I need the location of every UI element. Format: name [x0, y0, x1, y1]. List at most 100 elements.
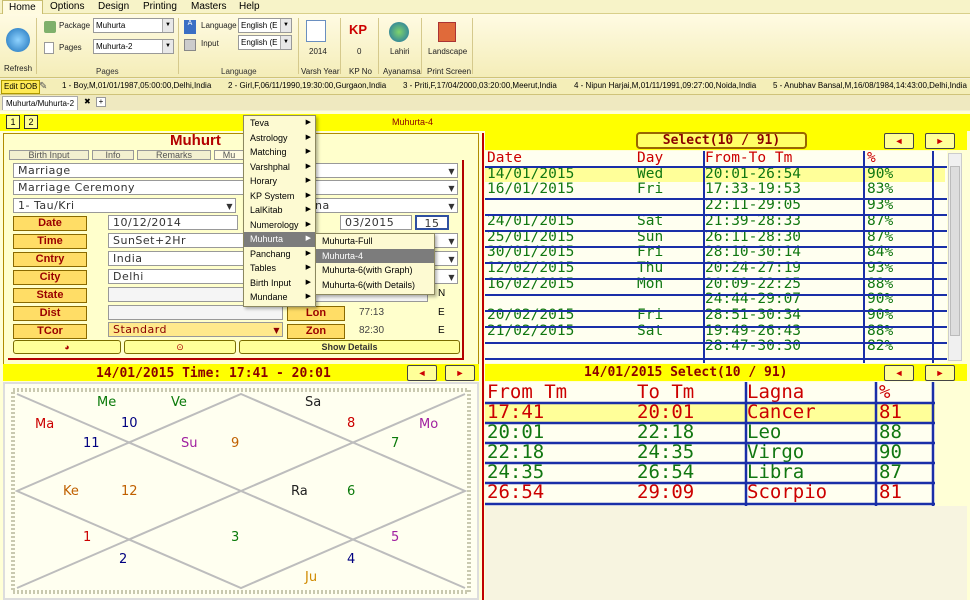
col-header-percent[interactable]: % [865, 151, 945, 167]
sub-event-select[interactable]: Marriage Ceremony ▼ [13, 180, 458, 195]
table-row[interactable]: 22:11-29:05 93% [485, 197, 945, 214]
table-row[interactable]: 21/02/2015 Sat 19:49-26:43 88% [485, 323, 945, 340]
close-icon[interactable]: ✖ [84, 97, 91, 106]
date-from-field[interactable]: 10/12/2014 [108, 215, 238, 230]
menu-item-matching[interactable]: Matching ▶ [244, 145, 315, 160]
tab-design[interactable]: Design [92, 0, 135, 14]
globe-icon[interactable] [389, 22, 409, 42]
date-to-field[interactable]: 03/2015 [340, 215, 412, 230]
refresh-icon[interactable] [6, 28, 30, 52]
empty-area [485, 506, 967, 600]
world-map-button[interactable]: ◕ [13, 340, 121, 354]
calendar-icon[interactable] [306, 20, 326, 42]
col-header-lagna[interactable]: Lagna [745, 382, 877, 402]
menu-item-mundane[interactable]: Mundane ▶ [244, 290, 315, 305]
profile-item[interactable]: 5 - Anubhav Bansal,M,16/08/1984,14:43:00… [773, 81, 967, 90]
results-next-button[interactable]: ► [925, 133, 955, 149]
table-row[interactable]: 17:41 20:01 Cancer 81 [485, 402, 935, 422]
menu-item-lalkitab[interactable]: LalKitab ▶ [244, 203, 315, 218]
varsh-year-label[interactable]: Varsh Year [301, 67, 340, 76]
col-header-day[interactable]: Day [635, 151, 703, 167]
print-screen-label[interactable]: Print Screen [427, 67, 471, 76]
package-select[interactable]: Muhurta ▼ [93, 18, 174, 33]
input-select[interactable]: English (E ▼ [238, 35, 292, 50]
tab-muhurta[interactable]: Mu [214, 150, 244, 160]
submenu-item-muhurta-6-graph[interactable]: Muhurta-6(with Graph) [316, 263, 434, 278]
table-row[interactable]: 24:44-29:07 90% [485, 292, 945, 308]
table-row[interactable]: 28:47-30:30 82% [485, 339, 945, 355]
profile-item[interactable]: 1 - Boy,M,01/01/1987,05:00:00,Delhi,Indi… [62, 81, 211, 90]
language-select[interactable]: English (E ▼ [238, 18, 292, 33]
tcor-select[interactable]: Standard ▼ [108, 322, 283, 337]
pages-select[interactable]: Muhurta-2 ▼ [93, 39, 174, 54]
nakshatra-select[interactable]: 1- Tau/Kri ▼ [13, 198, 236, 213]
col-header-to[interactable]: To Tm [635, 382, 745, 402]
lagna-prev-button[interactable]: ◄ [884, 365, 914, 381]
results-prev-button[interactable]: ◄ [884, 133, 914, 149]
results-scrollbar[interactable] [948, 153, 962, 361]
print-icon[interactable] [438, 22, 456, 42]
menu-item-kp-system[interactable]: KP System ▶ [244, 189, 315, 204]
table-row[interactable]: 26:54 29:09 Scorpio 81 [485, 482, 935, 502]
profile-item[interactable]: 3 - Priti,F,17/04/2000,03:20:00,Meerut,I… [403, 81, 557, 90]
pencil-icon[interactable]: ✎ [39, 81, 51, 92]
page-1-button[interactable]: 1 [6, 115, 20, 129]
submenu-item-muhurta-6-details[interactable]: Muhurta-6(with Details) [316, 278, 434, 293]
kp-label[interactable]: KP No [349, 67, 372, 76]
menu-item-astrology[interactable]: Astrology ▶ [244, 131, 315, 146]
table-row[interactable]: 30/01/2015 Fri 28:10-30:14 84% [485, 245, 945, 261]
tab-printing[interactable]: Printing [137, 0, 183, 14]
col-header-from[interactable]: From Tm [485, 382, 635, 402]
table-row[interactable]: 24:35 26:54 Libra 87 [485, 462, 935, 482]
table-row[interactable]: 22:18 24:35 Virgo 90 [485, 442, 935, 462]
table-row[interactable]: 20:01 22:18 Leo 88 [485, 422, 935, 442]
menu-item-numerology[interactable]: Numerology ▶ [244, 218, 315, 233]
table-row[interactable]: 25/01/2015 Sun 26:11-28:30 87% [485, 229, 945, 246]
add-tab-button[interactable]: + [96, 97, 106, 107]
menu-item-muhurta[interactable]: Muhurta ▶ [244, 232, 315, 247]
tab-masters[interactable]: Masters [185, 0, 233, 14]
refresh-label[interactable]: Refresh [4, 64, 32, 73]
table-row[interactable]: 24/01/2015 Sat 21:39-28:33 87% [485, 213, 945, 230]
lagna-next-button[interactable]: ► [925, 365, 955, 381]
table-row[interactable]: 14/01/2015 Wed 20:01-26:54 90% [485, 166, 945, 183]
col-header-percent[interactable]: % [877, 382, 935, 402]
table-row[interactable]: 12/02/2015 Thu 20:24-27:19 93% [485, 260, 945, 277]
ayanamsa-label[interactable]: Ayanamsa [383, 67, 421, 76]
target-button[interactable]: ⊙ [124, 340, 236, 354]
tab-birth-input[interactable]: Birth Input [9, 150, 89, 160]
table-row[interactable]: 20/02/2015 Fri 28:51-30:34 90% [485, 307, 945, 324]
tab-options[interactable]: Options [44, 0, 90, 14]
menu-item-varshphal[interactable]: Varshphal ▶ [244, 160, 315, 175]
chart-prev-button[interactable]: ◄ [407, 365, 437, 381]
table-row[interactable]: 16/02/2015 Mon 20:09-22:25 88% [485, 276, 945, 293]
event-select[interactable]: Marriage ▼ [13, 163, 458, 178]
dist-field[interactable] [108, 305, 283, 320]
profile-item[interactable]: 4 - Nipun Harjai,M,01/11/1991,09:27:00,N… [574, 81, 756, 90]
doc-tab-muhurta[interactable]: Muhurta/Muhurta-2 [2, 96, 79, 110]
table-row[interactable]: 16/01/2015 Fri 17:33-19:53 83% [485, 182, 945, 198]
date-spin[interactable]: 15 [415, 215, 449, 230]
tab-info[interactable]: Info [92, 150, 134, 160]
menu-item-tables[interactable]: Tables ▶ [244, 261, 315, 276]
select-count-button[interactable]: Select(10 / 91) [636, 132, 807, 149]
col-header-date[interactable]: Date [485, 151, 635, 167]
edit-dob-button[interactable]: Edit DOB [1, 80, 41, 94]
kp-icon[interactable]: KP [349, 22, 367, 37]
submenu-item-muhurta-4[interactable]: Muhurta-4 [316, 248, 434, 263]
tab-home[interactable]: Home [2, 0, 43, 14]
scroll-thumb[interactable] [950, 166, 960, 336]
menu-item-teva[interactable]: Teva ▶ [244, 116, 315, 131]
show-details-button[interactable]: Show Details [239, 340, 460, 354]
menu-item-birth-input[interactable]: Birth Input ▶ [244, 276, 315, 291]
profile-item[interactable]: 2 - Girl,F,06/11/1990,19:30:00,Gurgaon,I… [228, 81, 386, 90]
page-2-button[interactable]: 2 [24, 115, 38, 129]
tab-help[interactable]: Help [233, 0, 266, 14]
submenu-item-muhurta-full[interactable]: Muhurta-Full [316, 234, 434, 249]
menu-item-panchang[interactable]: Panchang ▶ [244, 247, 315, 262]
chart-next-button[interactable]: ► [445, 365, 475, 381]
col-header-time[interactable]: From-To Tm [703, 151, 865, 167]
nakshatra-select-2[interactable]: na ▼ [310, 198, 458, 213]
tab-remarks[interactable]: Remarks [137, 150, 211, 160]
menu-item-horary[interactable]: Horary ▶ [244, 174, 315, 189]
